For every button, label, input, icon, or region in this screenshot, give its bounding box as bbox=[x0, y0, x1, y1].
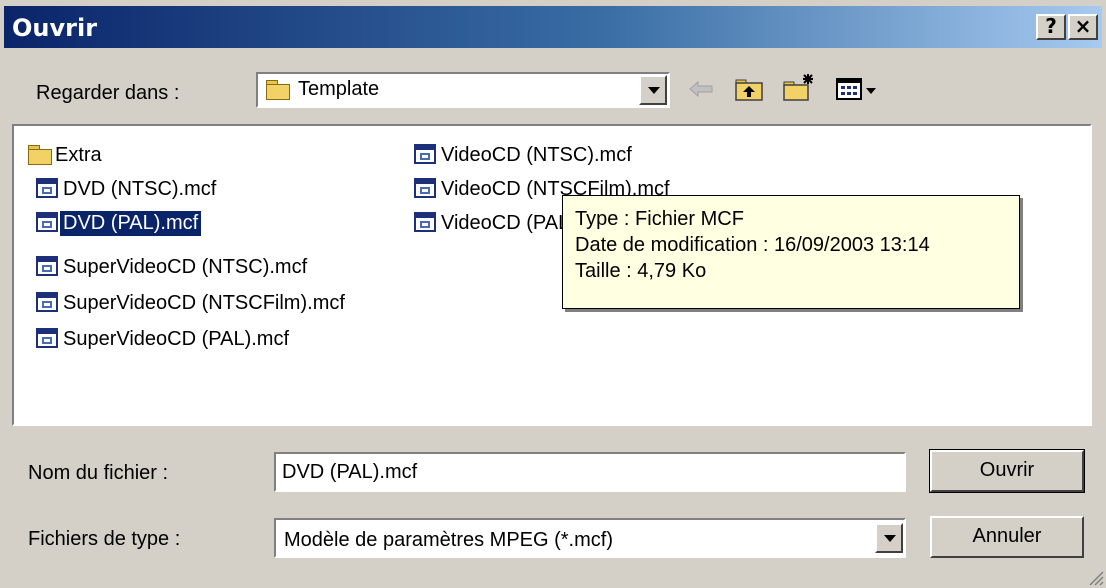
mcf-file-icon bbox=[36, 292, 60, 314]
open-dialog: Ouvrir ? × Regarder dans : Template Extr… bbox=[0, 0, 1106, 588]
filetype-value: Modèle de paramètres MPEG (*.mcf) bbox=[284, 529, 613, 551]
mcf-file-icon bbox=[36, 178, 60, 200]
mcf-file-icon bbox=[36, 212, 60, 234]
look-in-label: Regarder dans : bbox=[36, 82, 180, 104]
folder-icon bbox=[266, 80, 290, 100]
list-item[interactable]: VideoCD (NTSC).mcf bbox=[414, 140, 635, 170]
filetype-select[interactable]: Modèle de paramètres MPEG (*.mcf) bbox=[274, 518, 906, 558]
list-item[interactable]: DVD (NTSC).mcf bbox=[36, 174, 219, 204]
look-in-value: Template bbox=[298, 78, 380, 100]
window-title: Ouvrir bbox=[12, 14, 98, 42]
help-button[interactable]: ? bbox=[1036, 14, 1066, 40]
tooltip-type: Type : Fichier MCF bbox=[575, 208, 744, 230]
up-folder-icon[interactable] bbox=[734, 76, 764, 102]
view-menu-icon[interactable] bbox=[836, 78, 886, 102]
list-item[interactable]: SuperVideoCD (NTSC).mcf bbox=[36, 252, 310, 282]
list-item[interactable]: Extra bbox=[28, 140, 105, 170]
title-bar[interactable]: Ouvrir ? × bbox=[4, 6, 1102, 48]
mcf-file-icon bbox=[36, 328, 60, 350]
new-folder-icon[interactable] bbox=[782, 72, 816, 102]
list-item[interactable]: SuperVideoCD (NTSCFilm).mcf bbox=[36, 288, 348, 318]
look-in-combo[interactable]: Template bbox=[256, 72, 670, 108]
open-button[interactable]: Ouvrir bbox=[929, 449, 1085, 493]
tooltip-date: Date de modification : 16/09/2003 13:14 bbox=[575, 234, 930, 256]
back-arrow-icon[interactable] bbox=[688, 78, 714, 100]
mcf-file-icon bbox=[414, 178, 438, 200]
list-item-selected[interactable]: DVD (PAL).mcf bbox=[36, 208, 202, 238]
filename-label: Nom du fichier : bbox=[28, 462, 169, 484]
file-info-tooltip: Type : Fichier MCF Date de modification … bbox=[562, 195, 1020, 309]
filetype-label: Fichiers de type : bbox=[28, 528, 181, 550]
look-in-dropdown-button[interactable] bbox=[639, 75, 667, 105]
filetype-dropdown-button[interactable] bbox=[875, 523, 903, 553]
folder-icon bbox=[28, 144, 52, 166]
filename-value: DVD (PAL).mcf bbox=[282, 461, 418, 483]
mcf-file-icon bbox=[36, 256, 60, 278]
resize-grip-icon[interactable] bbox=[1086, 568, 1104, 586]
mcf-file-icon bbox=[414, 212, 438, 234]
tooltip-size: Taille : 4,79 Ko bbox=[575, 260, 707, 282]
close-button[interactable]: × bbox=[1068, 14, 1098, 40]
cancel-button[interactable]: Annuler bbox=[930, 516, 1084, 558]
mcf-file-icon bbox=[414, 144, 438, 166]
filename-input[interactable]: DVD (PAL).mcf bbox=[274, 452, 906, 492]
list-item[interactable]: SuperVideoCD (PAL).mcf bbox=[36, 324, 292, 354]
